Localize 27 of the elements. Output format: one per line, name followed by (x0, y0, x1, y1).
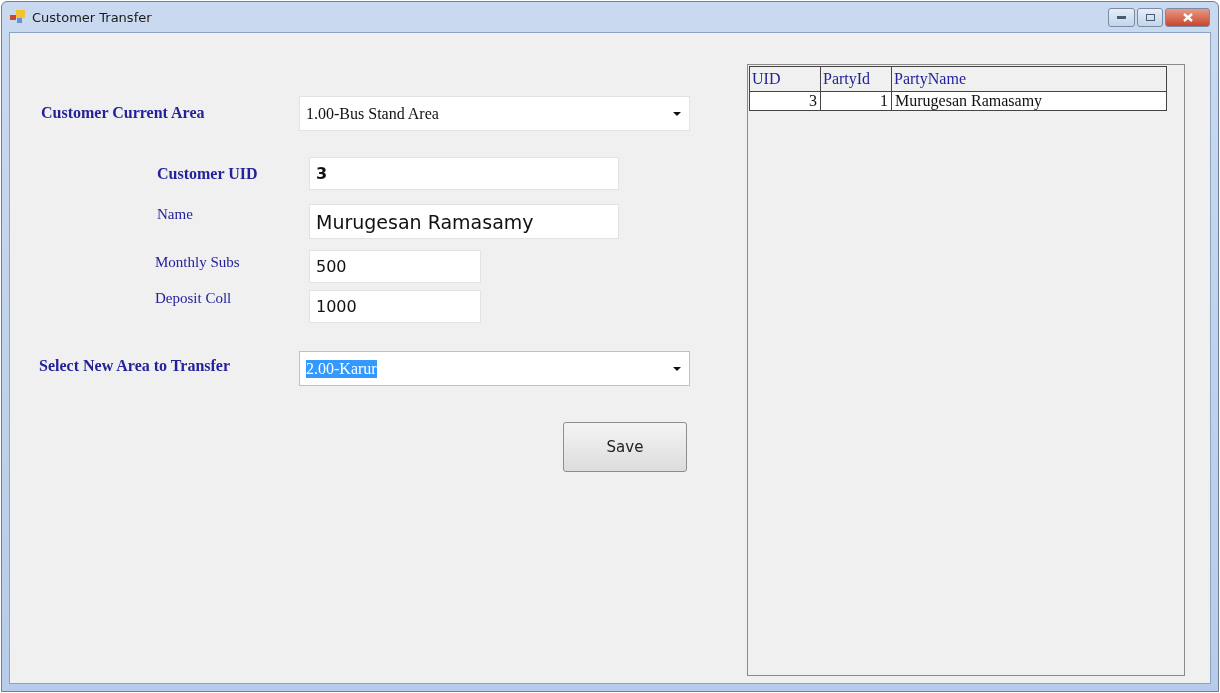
field-label: Deposit Coll (154, 290, 233, 307)
text-field[interactable]: Murugesan Ramasamy (309, 204, 619, 239)
maximize-button[interactable] (1137, 7, 1163, 27)
dropdown-caret-icon (673, 111, 681, 116)
column-header[interactable]: UID (749, 66, 821, 92)
close-icon (1182, 12, 1193, 22)
dropdown-caret-icon (673, 366, 681, 371)
save-button[interactable]: Save (563, 422, 687, 472)
column-header[interactable]: PartyName (891, 66, 1167, 92)
field-label: Name (156, 206, 194, 223)
field-label: Customer UID (156, 165, 259, 183)
app-icon (10, 10, 26, 24)
dropdown-value: 2.00-Karur (306, 359, 377, 378)
current-area-dropdown[interactable]: 1.00-Bus Stand Area (299, 96, 690, 131)
field-label: Customer Current Area (40, 104, 206, 122)
close-button[interactable] (1165, 7, 1210, 27)
minimize-icon (1117, 15, 1126, 19)
field-label: Select New Area to Transfer (38, 357, 232, 375)
minimize-button[interactable] (1108, 7, 1135, 27)
text-field[interactable]: 500 (309, 250, 481, 283)
column-header[interactable]: PartyId (820, 66, 892, 92)
text-field[interactable]: 1000 (309, 290, 481, 323)
maximize-icon (1145, 13, 1155, 21)
field-label: Monthly Subs (154, 254, 241, 271)
text-field[interactable]: 3 (309, 157, 619, 190)
window-title: Customer Transfer (32, 9, 153, 25)
dropdown-value: 1.00-Bus Stand Area (306, 104, 439, 123)
